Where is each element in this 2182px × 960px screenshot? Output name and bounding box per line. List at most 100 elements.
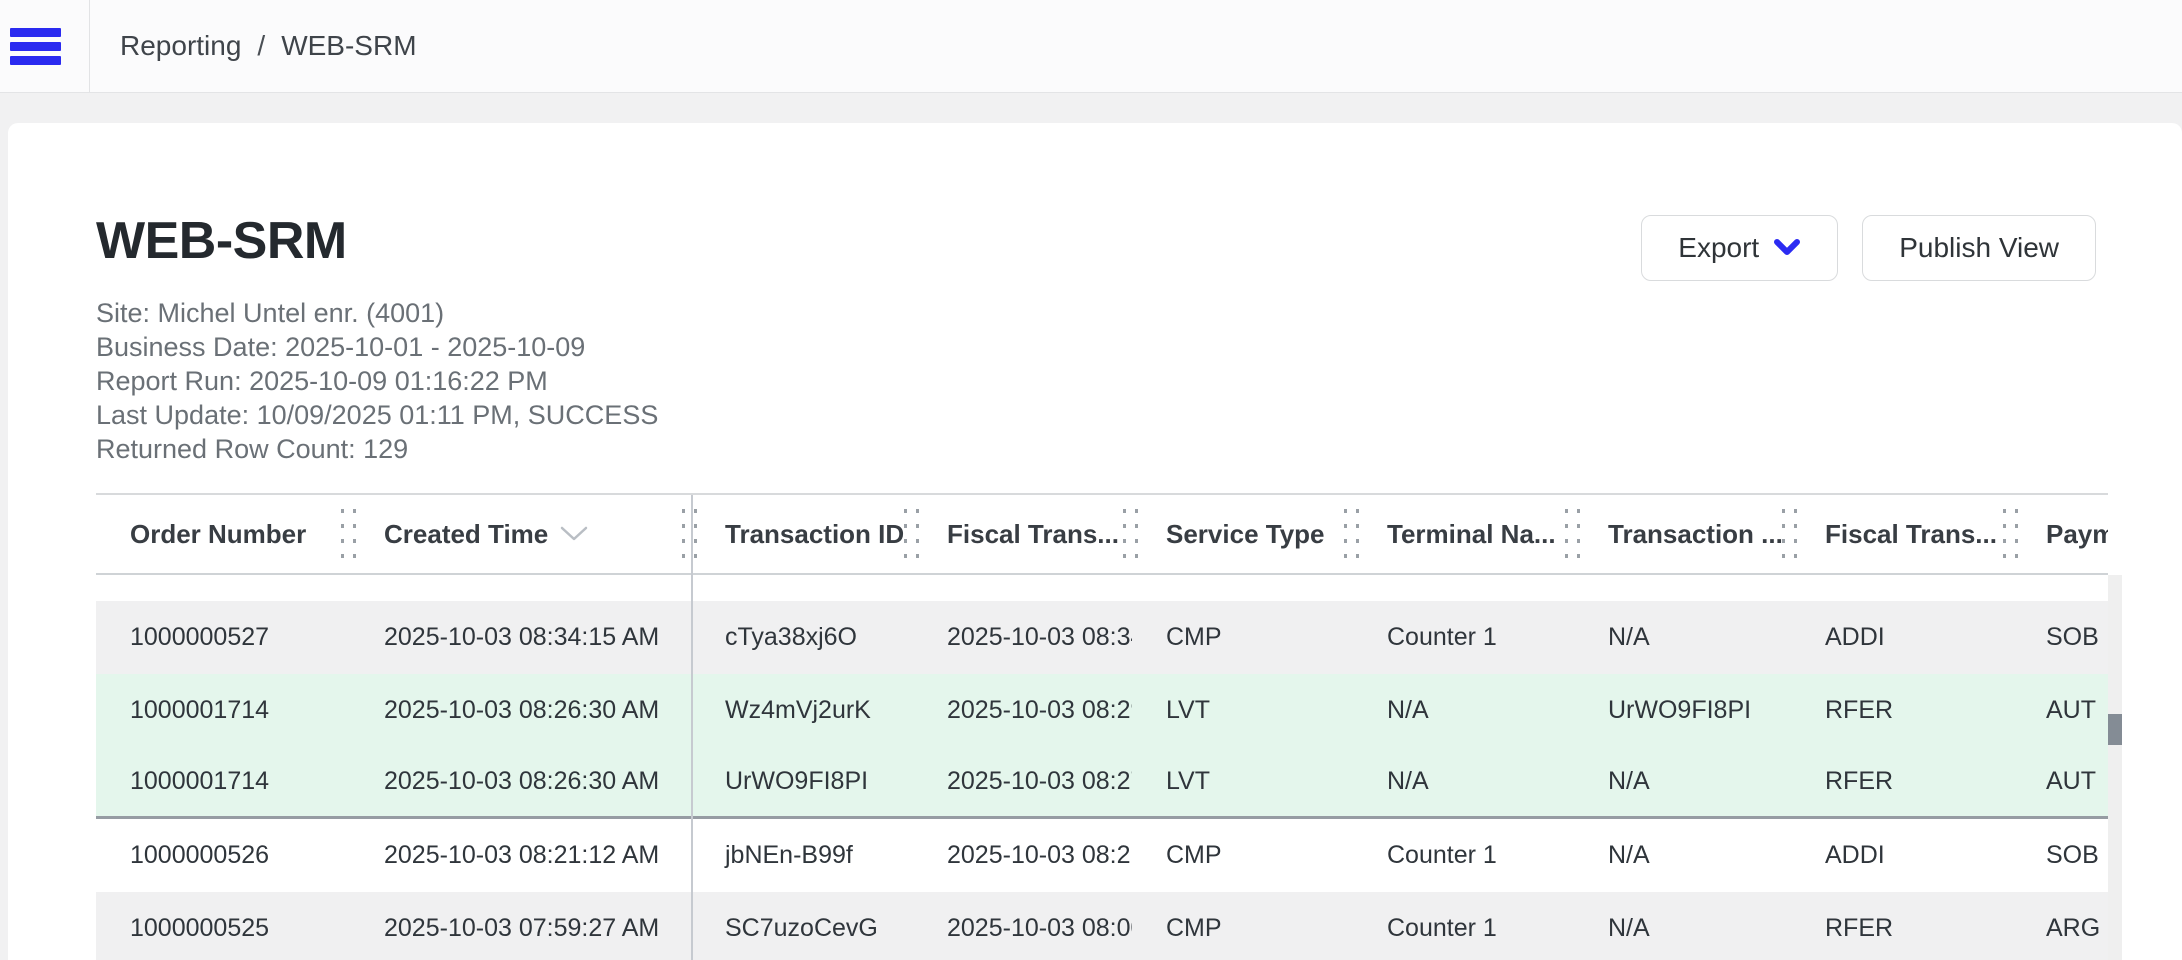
table-row-highlighted[interactable]: 1000001714 2025-10-03 08:26:30 AM UrWO9F… [96,747,2108,819]
meta-business-date: Business Date: 2025-10-01 - 2025-10-09 [96,330,658,364]
cell-transaction-id: jbNEn-B99f [691,819,913,892]
cell-created-time: 2025-10-03 08:26:30 AM [350,674,691,747]
cell-fiscal-trans-2: RFER [1791,747,2012,816]
column-header-transaction-2[interactable]: Transaction ... [1574,495,1791,573]
column-header-label: Order Number [130,519,306,550]
cell-transaction: N/A [1574,601,1791,674]
cell-order-number: 1000001714 [96,674,350,747]
cell-created-time: 2025-10-03 08:26:30 AM [350,747,691,816]
table-header-row: Order Number Created Time Transaction ID [96,495,2108,575]
column-header-service-type[interactable]: Service Type [1132,495,1353,573]
column-header-label: Service Type [1166,519,1325,550]
column-header-label: Terminal Na... [1387,519,1556,550]
table-row[interactable]: 1000000527 2025-10-03 08:34:15 AM cTya38… [96,601,2108,674]
column-resize-handle[interactable] [1344,509,1347,559]
cell-payment: AUT [2012,747,2108,816]
cell-transaction-id: UrWO9FI8PI [691,747,913,816]
cell-order-number: 1000000527 [96,601,350,674]
vertical-scrollbar-track[interactable] [2108,575,2122,960]
cell-service-type: LVT [1132,747,1353,816]
column-resize-handle[interactable] [1565,509,1568,559]
cell-service-type: CMP [1132,892,1353,960]
table-row[interactable]: 1000000525 2025-10-03 07:59:27 AM SC7uzo… [96,892,2108,960]
cell-created-time: 2025-10-03 08:21:12 AM [350,819,691,892]
column-resize-handle[interactable] [353,509,356,559]
breadcrumb-separator: / [257,30,265,62]
breadcrumb-reporting[interactable]: Reporting [120,30,241,62]
cell-service-type: LVT [1132,674,1353,747]
column-header-transaction-id[interactable]: Transaction ID [691,495,913,573]
sort-descending-chevron-icon [560,526,588,542]
column-resize-handle[interactable] [694,509,697,559]
topbar-divider [89,0,90,92]
cell-fiscal-trans-2: RFER [1791,892,2012,960]
cell-service-type: CMP [1132,601,1353,674]
cell-terminal-name: Counter 1 [1353,819,1574,892]
pinned-columns-divider [691,495,693,960]
cell-terminal-name: N/A [1353,747,1574,816]
breadcrumb: Reporting / WEB-SRM [120,0,417,92]
cell-terminal-name: Counter 1 [1353,601,1574,674]
cell-fiscal-trans: 2025-10-03 08:21:2 [913,819,1132,892]
column-header-label: Paymen [2046,519,2108,550]
export-button[interactable]: Export [1641,215,1838,281]
hamburger-bar [10,28,61,37]
column-header-label: Created Time [384,519,548,550]
meta-last-update: Last Update: 10/09/2025 01:11 PM, SUCCES… [96,398,658,432]
report-table: Order Number Created Time Transaction ID [96,493,2122,960]
column-resize-handle[interactable] [1123,509,1126,559]
cell-fiscal-trans: 2025-10-03 08:29:1 [913,674,1132,747]
page-title: WEB-SRM [96,215,658,267]
cell-transaction-id: SC7uzoCevG [691,892,913,960]
breadcrumb-current: WEB-SRM [281,30,416,62]
column-header-fiscal-trans-1[interactable]: Fiscal Trans... [913,495,1132,573]
cell-transaction: UrWO9FI8PI [1574,674,1791,747]
cell-transaction: N/A [1574,819,1791,892]
column-resize-handle[interactable] [916,509,919,559]
column-resize-handle[interactable] [2015,509,2018,559]
cell-fiscal-trans: 2025-10-03 08:27:1 [913,747,1132,816]
cell-order-number: 1000000526 [96,819,350,892]
report-card: WEB-SRM Site: Michel Untel enr. (4001) B… [8,123,2182,960]
column-header-label: Fiscal Trans... [1825,519,1997,550]
cell-fiscal-trans: 2025-10-03 08:34:1 [913,601,1132,674]
column-header-order-number[interactable]: Order Number [96,495,350,573]
column-resize-handle[interactable] [682,509,685,559]
column-header-created-time[interactable]: Created Time [350,495,691,573]
hamburger-bar [10,56,61,65]
meta-site: Site: Michel Untel enr. (4001) [96,296,658,330]
cell-terminal-name: Counter 1 [1353,892,1574,960]
column-resize-handle[interactable] [904,509,907,559]
column-header-label: Fiscal Trans... [947,519,1119,550]
cell-service-type: CMP [1132,819,1353,892]
table-row-highlighted[interactable]: 1000001714 2025-10-03 08:26:30 AM Wz4mVj… [96,674,2108,747]
export-button-label: Export [1678,232,1759,264]
cell-fiscal-trans: 2025-10-03 08:00:2 [913,892,1132,960]
column-resize-handle[interactable] [2003,509,2006,559]
cell-created-time: 2025-10-03 07:59:27 AM [350,892,691,960]
cell-transaction: N/A [1574,747,1791,816]
column-header-terminal-name[interactable]: Terminal Na... [1353,495,1574,573]
column-resize-handle[interactable] [1356,509,1359,559]
publish-view-button-label: Publish View [1899,232,2059,264]
column-header-payment[interactable]: Paymen [2012,495,2108,573]
publish-view-button[interactable]: Publish View [1862,215,2096,281]
action-buttons: Export Publish View [1641,215,2096,281]
column-resize-handle[interactable] [1577,509,1580,559]
cell-payment: SOB [2012,601,2108,674]
cell-order-number: 1000000525 [96,892,350,960]
table-viewport: Order Number Created Time Transaction ID [96,493,2108,960]
cell-transaction: N/A [1574,892,1791,960]
hamburger-menu-icon[interactable] [10,0,88,92]
column-header-label: Transaction ID [725,519,904,550]
meta-row-count: Returned Row Count: 129 [96,432,658,466]
report-meta: Site: Michel Untel enr. (4001) Business … [96,296,658,466]
column-resize-handle[interactable] [1782,509,1785,559]
column-resize-handle[interactable] [1794,509,1797,559]
table-row[interactable]: 1000000526 2025-10-03 08:21:12 AM jbNEn-… [96,819,2108,892]
column-header-fiscal-trans-2[interactable]: Fiscal Trans... [1791,495,2012,573]
column-resize-handle[interactable] [341,509,344,559]
vertical-scrollbar-thumb[interactable] [2108,714,2122,745]
column-resize-handle[interactable] [1135,509,1138,559]
cell-payment: SOB [2012,819,2108,892]
